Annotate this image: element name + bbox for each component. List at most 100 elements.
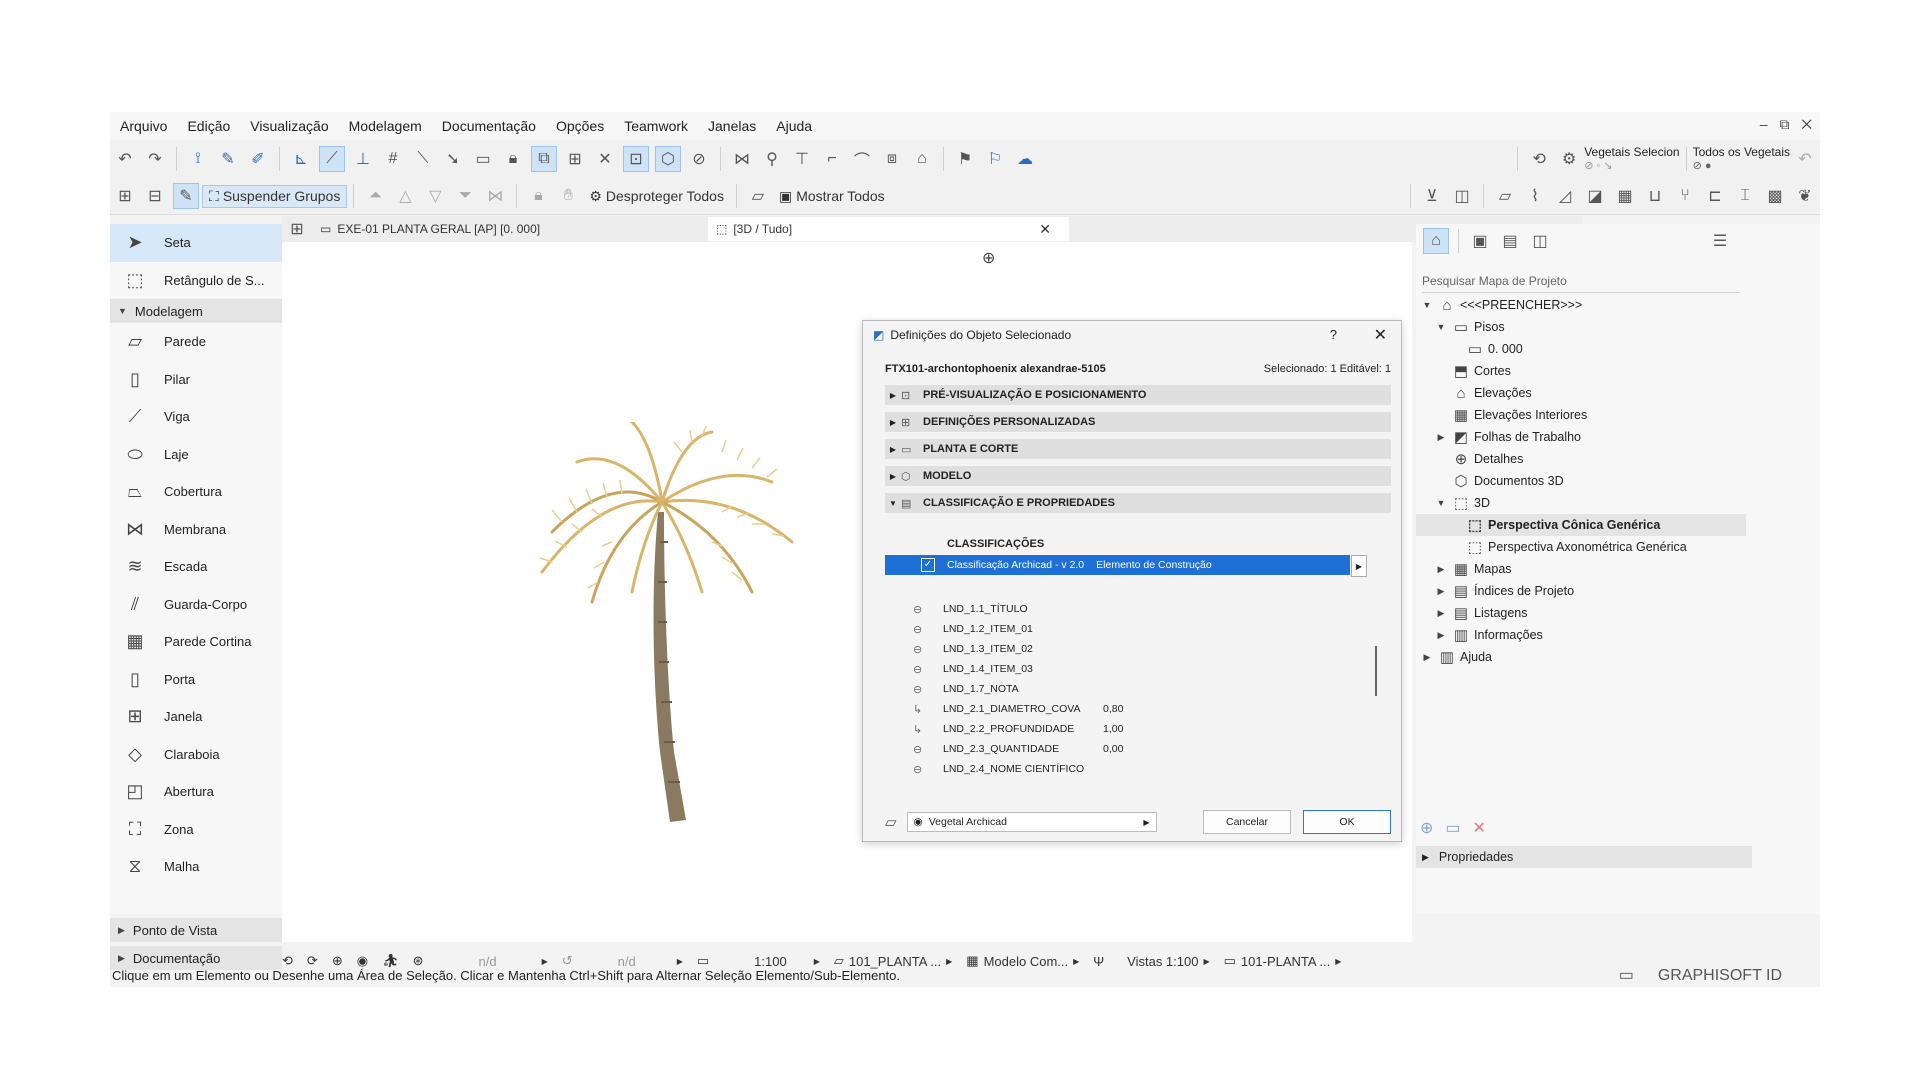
tool-zone[interactable]: ⛶ Zona xyxy=(110,811,282,849)
property-row[interactable]: ⊖ LND_2.3_QUANTIDADE 0,00 xyxy=(913,739,1213,759)
lock-icon[interactable]: 🔒︎ xyxy=(501,147,525,171)
nav-lists[interactable]: ▶ ▤ Listagens xyxy=(1434,602,1528,624)
explode-icon[interactable]: ✕ xyxy=(593,147,617,171)
tab-3d[interactable]: ⬚ [3D / Tudo] ✕ xyxy=(708,217,1069,241)
nav-generic-axonometry[interactable]: ⬚ Perspectiva Axonométrica Genérica xyxy=(1462,536,1687,558)
shell-icon[interactable]: ◪ xyxy=(1583,184,1607,208)
issue-icon[interactable]: ⚐ xyxy=(983,147,1007,171)
property-row[interactable]: ⊖ LND_1.3_ITEM_02 xyxy=(913,639,1213,659)
property-row[interactable]: ⊖ LND_1.1_TÍTULO xyxy=(913,599,1213,619)
section-model[interactable]: ▶ ⬡ MODELO xyxy=(885,466,1391,486)
view-settings-icon[interactable]: ▭ xyxy=(1445,818,1460,838)
send-backward-icon[interactable]: ▽ xyxy=(423,184,447,208)
lock-icon[interactable]: 🔒︎ xyxy=(526,184,550,208)
help-button[interactable]: ? xyxy=(1330,327,1337,342)
project-map-icon[interactable]: ⌂ xyxy=(1423,228,1449,254)
nav-details[interactable]: ⊕ Detalhes xyxy=(1448,448,1524,470)
elevation-icon[interactable]: ⊻ xyxy=(1420,184,1444,208)
nav-info[interactable]: ▶ ▥ Informações xyxy=(1434,624,1543,646)
suspend-icon[interactable]: ⟍ xyxy=(411,147,435,171)
section-floor-plan-section[interactable]: ▶ ▭ PLANTA E CORTE xyxy=(885,439,1391,459)
property-value[interactable]: 0,00 xyxy=(1103,743,1123,755)
layer-icon[interactable]: ▭ xyxy=(471,147,495,171)
publisher-sets-icon[interactable]: ◫ xyxy=(1528,229,1552,253)
cloud-icon[interactable]: ☁ xyxy=(1013,147,1037,171)
tool-opening[interactable]: ◰ Abertura xyxy=(110,773,282,811)
graphic-override-icon[interactable]: ⚙ xyxy=(1557,147,1581,171)
menu-edicao[interactable]: Edição xyxy=(177,118,240,134)
menu-visualizacao[interactable]: Visualização xyxy=(240,118,338,134)
wall-icon[interactable]: ▦ xyxy=(1613,184,1637,208)
navigator-menu-icon[interactable]: ☰ xyxy=(1708,229,1732,253)
slab-icon[interactable]: ▱ xyxy=(1493,184,1517,208)
redo-icon[interactable]: ↷ xyxy=(143,147,167,171)
section-classification-properties[interactable]: ▼ ▤ CLASSIFICAÇÃO E PROPRIEDADES xyxy=(885,493,1391,513)
property-row[interactable]: ↳ LND_2.2_PROFUNDIDADE 1,00 xyxy=(913,719,1213,739)
bring-forward-icon[interactable]: △ xyxy=(393,184,417,208)
undo-icon[interactable]: ↶ xyxy=(113,147,137,171)
nav-3d-documents[interactable]: ⬡ Documentos 3D xyxy=(1448,470,1563,492)
property-value[interactable]: 0,80 xyxy=(1103,703,1123,715)
house-icon[interactable]: ⌂ xyxy=(910,147,934,171)
furniture-icon[interactable]: ▩ xyxy=(1763,184,1787,208)
nav-stories[interactable]: ▼ ▭ Pisos xyxy=(1434,316,1505,338)
add-view-icon[interactable]: ⊕ xyxy=(1420,818,1433,838)
tool-column[interactable]: ▯ Pilar xyxy=(110,361,282,399)
layer-select[interactable]: ◉ Vegetal Archicad ▶ xyxy=(906,812,1157,832)
favorite-vegetais-selecionados[interactable]: Vegetais Selecion ⊘ ◦ ↘ xyxy=(1584,145,1679,173)
nav-story-0[interactable]: ▭ 0. 000 xyxy=(1462,338,1523,360)
section-icon[interactable]: ⊞ xyxy=(563,147,587,171)
nav-help[interactable]: ▶ ▥ Ajuda xyxy=(1420,646,1492,668)
arrow-cursor-icon[interactable]: ➘ xyxy=(441,147,465,171)
window-icon[interactable]: ◫ xyxy=(1450,184,1474,208)
nav-schedules[interactable]: ▶ ▦ Mapas xyxy=(1434,558,1512,580)
classification-dropdown-button[interactable]: ▶ xyxy=(1351,555,1367,577)
beam-icon[interactable]: ⊔ xyxy=(1643,184,1667,208)
property-row[interactable]: ↳ LND_2.1_DIAMETRO_COVA 0,80 xyxy=(913,699,1213,719)
offset-icon[interactable]: ⧈ xyxy=(880,147,904,171)
property-row[interactable]: ⊖ LND_2.4_NOME CIENTÍFICO xyxy=(913,759,1213,779)
chair-icon[interactable]: ⑂ xyxy=(1673,184,1697,208)
tool-window[interactable]: ⊞ Janela xyxy=(110,698,282,736)
window-controls[interactable]: – ⧉ ✕ xyxy=(1760,116,1816,133)
disable-icon[interactable]: ⊘ xyxy=(687,147,711,171)
classification-checkbox[interactable]: ✓ xyxy=(921,558,935,572)
undo-favorite-icon[interactable]: ↶ xyxy=(1793,147,1817,171)
stair-icon[interactable]: ⊏ xyxy=(1703,184,1727,208)
property-value[interactable]: 1,00 xyxy=(1103,723,1123,735)
menu-opcoes[interactable]: Opções xyxy=(546,118,614,134)
suspend-groups-button[interactable]: ⛶ Suspender Grupos xyxy=(202,184,348,208)
tool-marquee[interactable]: ⬚ Retângulo de S... xyxy=(110,262,282,300)
menu-modelagem[interactable]: Modelagem xyxy=(339,118,432,134)
tool-wall[interactable]: ▱ Parede xyxy=(110,323,282,361)
unprotect-all-button[interactable]: ⚙ Desproteger Todos xyxy=(583,186,730,207)
ok-button[interactable]: OK xyxy=(1303,810,1391,834)
guide-lines-icon[interactable]: ⊾ xyxy=(289,147,313,171)
send-to-back-icon[interactable]: ⏷ xyxy=(453,184,477,208)
tool-stair[interactable]: ≋ Escada xyxy=(110,548,282,586)
grid-snap-icon[interactable]: # xyxy=(381,147,405,171)
favorite-todos-vegetais[interactable]: Todos os Vegetais ⊘ ● xyxy=(1693,145,1790,173)
show-all-button[interactable]: ▣ Mostrar Todos xyxy=(773,186,891,207)
tool-mesh[interactable]: ⧖ Malha xyxy=(110,848,282,886)
tool-slab[interactable]: ⬭ Laje xyxy=(110,436,282,474)
nav-root[interactable]: ▼ ⌂ <<<PREENCHER>>> xyxy=(1420,294,1583,316)
column-icon[interactable]: ⌶ xyxy=(1733,184,1757,208)
tool-shell[interactable]: ⋈ Membrana xyxy=(110,511,282,549)
renovation-icon[interactable]: ⟲ xyxy=(1527,147,1551,171)
nav-3d[interactable]: ▼ ⬚ 3D xyxy=(1434,492,1490,514)
nav-elevations[interactable]: ⌂ Elevações xyxy=(1448,382,1531,404)
trim-icon[interactable]: ⋈ xyxy=(730,147,754,171)
close-tab-icon[interactable]: ✕ xyxy=(1039,221,1051,238)
nav-sections[interactable]: ⬒ Cortes xyxy=(1448,360,1511,382)
menu-documentacao[interactable]: Documentação xyxy=(432,118,546,134)
section-custom-settings[interactable]: ▶ ⊞ DEFINIÇÕES PERSONALIZADAS xyxy=(885,412,1391,432)
tab-overview-icon[interactable]: ⊞ xyxy=(285,217,309,241)
align-icon[interactable]: ⊤ xyxy=(790,147,814,171)
arc-icon[interactable]: ⌒ xyxy=(850,147,874,171)
snap-guides-icon[interactable]: ⟋ xyxy=(319,146,345,172)
pick-up-icon[interactable]: ⟟ xyxy=(186,147,210,171)
magic-wand-icon[interactable]: ⚲ xyxy=(760,147,784,171)
menu-arquivo[interactable]: Arquivo xyxy=(110,118,177,134)
nav-worksheets[interactable]: ▶ ◩ Folhas de Trabalho xyxy=(1434,426,1581,448)
